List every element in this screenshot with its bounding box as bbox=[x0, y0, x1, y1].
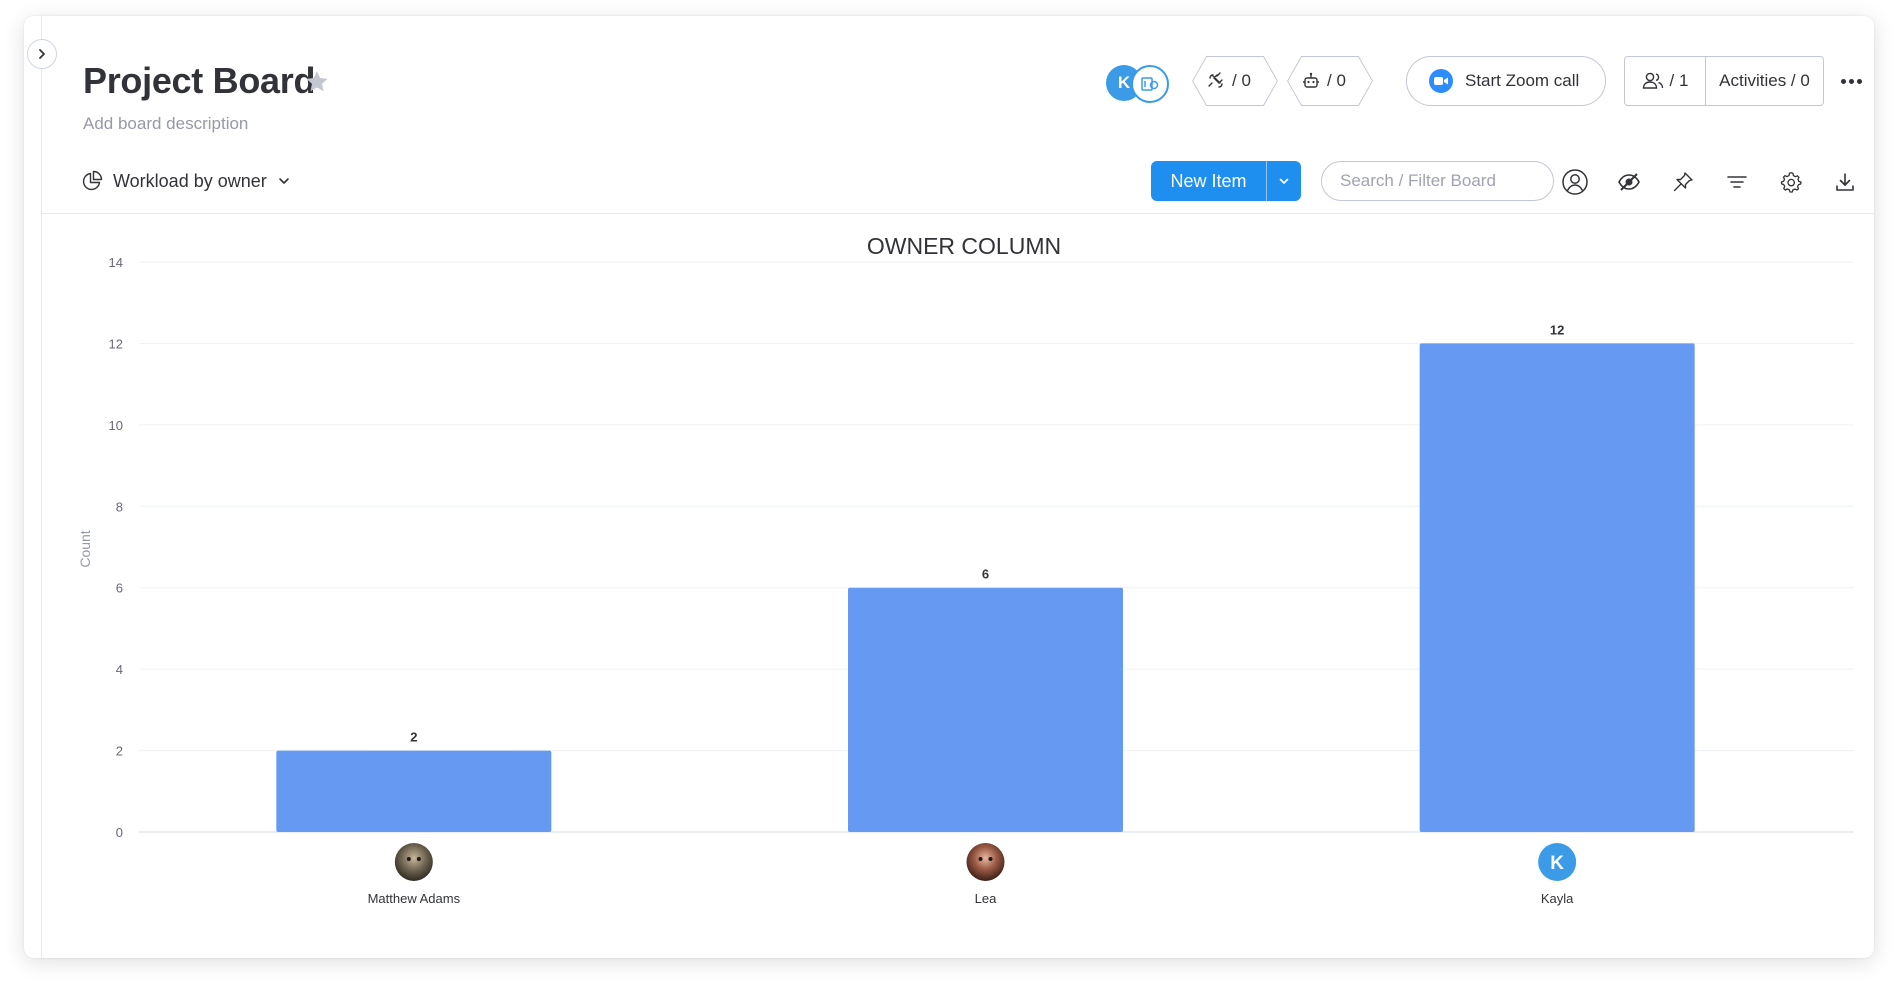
view-selector[interactable]: Workload by owner bbox=[81, 166, 291, 196]
more-icon[interactable] bbox=[1836, 71, 1866, 91]
chevron-right-icon bbox=[39, 49, 45, 59]
board-title[interactable]: Project Board bbox=[83, 60, 315, 102]
new-item-button-group: New Item bbox=[1151, 161, 1301, 201]
activities-button[interactable]: Activities / 0 bbox=[1706, 71, 1823, 91]
integration-icon bbox=[1206, 71, 1226, 91]
x-categories: Matthew Adams Lea K Kayla bbox=[368, 843, 1577, 906]
y-tick-label: 4 bbox=[116, 662, 123, 677]
zoom-label: Start Zoom call bbox=[1465, 71, 1580, 90]
robot-icon bbox=[1301, 71, 1321, 91]
board-window: Project Board Add board description K / … bbox=[24, 16, 1874, 958]
y-tick-label: 2 bbox=[116, 744, 123, 759]
y-tick-label: 0 bbox=[116, 825, 123, 840]
new-item-button[interactable]: New Item bbox=[1151, 161, 1266, 201]
guest-icon[interactable] bbox=[1131, 65, 1169, 103]
owner-column-chart: OWNER COLUMN Count 0 2 4 6 8 10 12 14 2 6 12 Matt… bbox=[77, 233, 1854, 906]
avatar[interactable]: K bbox=[1538, 843, 1577, 881]
pin-icon[interactable] bbox=[1668, 167, 1698, 197]
settings-icon[interactable] bbox=[1776, 167, 1806, 197]
chevron-down-icon bbox=[278, 178, 289, 184]
board-description[interactable]: Add board description bbox=[83, 114, 248, 134]
people-icon bbox=[1642, 72, 1663, 89]
star-icon[interactable] bbox=[303, 68, 331, 96]
new-item-dropdown-button[interactable] bbox=[1266, 161, 1301, 201]
view-label: Workload by owner bbox=[113, 170, 267, 191]
people-count: / 1 bbox=[1669, 71, 1689, 90]
dot bbox=[1856, 78, 1862, 84]
search-input[interactable] bbox=[1321, 161, 1554, 201]
y-axis-label: Count bbox=[77, 530, 93, 567]
bar-value-label: 12 bbox=[1550, 322, 1564, 337]
y-tick-labels: 0 2 4 6 8 10 12 14 bbox=[109, 255, 123, 840]
expand-sidebar-button[interactable] bbox=[27, 39, 57, 69]
y-tick-label: 10 bbox=[109, 418, 123, 433]
zoom-icon bbox=[1429, 69, 1453, 93]
download-icon[interactable] bbox=[1830, 167, 1860, 197]
y-tick-label: 6 bbox=[116, 581, 123, 596]
bar-lea[interactable] bbox=[848, 587, 1123, 832]
x-category-label: Matthew Adams bbox=[368, 891, 461, 906]
hide-icon[interactable] bbox=[1614, 167, 1644, 197]
screen: Project Board Add board description K / … bbox=[0, 0, 1899, 990]
start-zoom-call-button[interactable]: Start Zoom call bbox=[1406, 56, 1606, 106]
bar-value-label: 6 bbox=[982, 567, 989, 582]
chevron-down-icon bbox=[1279, 178, 1289, 184]
pie-chart-icon bbox=[82, 170, 103, 191]
bar-value-label: 2 bbox=[410, 730, 417, 745]
integrations-count: / 0 bbox=[1232, 71, 1251, 90]
filter-icon[interactable] bbox=[1722, 167, 1752, 197]
y-tick-label: 8 bbox=[116, 499, 123, 514]
people-activities-group: / 1 Activities / 0 bbox=[1624, 56, 1824, 106]
dot bbox=[1840, 78, 1846, 84]
avatar-initial: K bbox=[1550, 853, 1564, 874]
x-category-label: Kayla bbox=[1541, 891, 1574, 906]
avatar[interactable] bbox=[966, 843, 1005, 881]
dot bbox=[1848, 78, 1854, 84]
bar-kayla[interactable] bbox=[1419, 343, 1695, 832]
avatar[interactable] bbox=[394, 843, 433, 881]
board-members[interactable]: K bbox=[1106, 63, 1176, 103]
person-filter-icon[interactable] bbox=[1560, 167, 1590, 197]
x-category-label: Lea bbox=[975, 891, 997, 906]
bars: 2 6 12 bbox=[276, 322, 1695, 832]
chart-title: OWNER COLUMN bbox=[867, 233, 1061, 259]
automations-count: / 0 bbox=[1327, 71, 1346, 90]
y-tick-label: 12 bbox=[109, 336, 123, 351]
integrations-button[interactable]: / 0 bbox=[1192, 56, 1278, 106]
bar-matthew-adams[interactable] bbox=[276, 750, 552, 832]
invite-members-button[interactable]: / 1 bbox=[1625, 57, 1706, 105]
automations-button[interactable]: / 0 bbox=[1287, 56, 1373, 106]
y-tick-label: 14 bbox=[109, 255, 123, 270]
